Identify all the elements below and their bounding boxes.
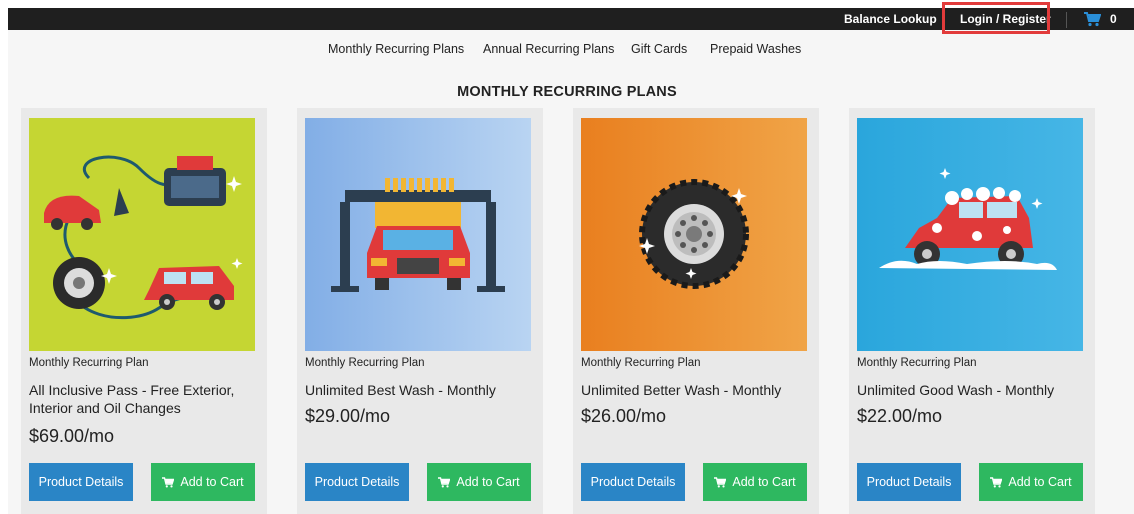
cart-icon — [162, 476, 175, 487]
add-to-cart-button[interactable]: Add to Cart — [979, 463, 1083, 501]
nav-annual-recurring-plans[interactable]: Annual Recurring Plans — [483, 42, 614, 56]
product-category: Monthly Recurring Plan — [581, 357, 701, 369]
product-details-button[interactable]: Product Details — [29, 463, 133, 501]
product-price: $22.00/mo — [857, 406, 943, 426]
nav-monthly-recurring-plans[interactable]: Monthly Recurring Plans — [328, 42, 464, 56]
product-card: Monthly Recurring Plan Unlimited Good Wa… — [849, 108, 1095, 514]
product-details-button[interactable]: Product Details — [305, 463, 409, 501]
page-title: MONTHLY RECURRING PLANS — [457, 84, 677, 100]
product-card: Monthly Recurring Plan Unlimited Better … — [573, 108, 819, 514]
cart-icon — [438, 476, 451, 487]
product-name[interactable]: All Inclusive Pass - Free Exterior, Inte… — [29, 381, 261, 417]
product-category: Monthly Recurring Plan — [305, 357, 425, 369]
cart-icon — [714, 476, 727, 487]
add-to-cart-button[interactable]: Add to Cart — [151, 463, 255, 501]
product-image[interactable] — [305, 118, 531, 351]
product-name[interactable]: Unlimited Better Wash - Monthly — [581, 381, 813, 399]
nav-prepaid-washes[interactable]: Prepaid Washes — [710, 42, 801, 56]
add-to-cart-button[interactable]: Add to Cart — [427, 463, 531, 501]
shopping-cart-icon[interactable] — [1083, 11, 1102, 32]
product-details-button[interactable]: Product Details — [581, 463, 685, 501]
product-price: $69.00/mo — [29, 426, 115, 446]
cart-count[interactable]: 0 — [1110, 12, 1117, 26]
product-name[interactable]: Unlimited Best Wash - Monthly — [305, 381, 537, 399]
product-name[interactable]: Unlimited Good Wash - Monthly — [857, 381, 1089, 399]
product-image[interactable] — [857, 118, 1083, 351]
add-to-cart-button[interactable]: Add to Cart — [703, 463, 807, 501]
product-category: Monthly Recurring Plan — [857, 357, 977, 369]
product-card: Monthly Recurring Plan All Inclusive Pas… — [21, 108, 267, 514]
product-image[interactable] — [29, 118, 255, 351]
divider — [1066, 12, 1067, 28]
product-price: $29.00/mo — [305, 406, 391, 426]
login-highlight-box — [942, 2, 1050, 34]
product-card: Monthly Recurring Plan Unlimited Best Wa… — [297, 108, 543, 514]
nav-gift-cards[interactable]: Gift Cards — [631, 42, 687, 56]
product-category: Monthly Recurring Plan — [29, 357, 149, 369]
balance-lookup-link[interactable]: Balance Lookup — [844, 12, 937, 26]
product-image[interactable] — [581, 118, 807, 351]
product-details-button[interactable]: Product Details — [857, 463, 961, 501]
category-nav: Monthly Recurring Plans Annual Recurring… — [0, 42, 1134, 60]
product-price: $26.00/mo — [581, 406, 667, 426]
cart-icon — [990, 476, 1003, 487]
